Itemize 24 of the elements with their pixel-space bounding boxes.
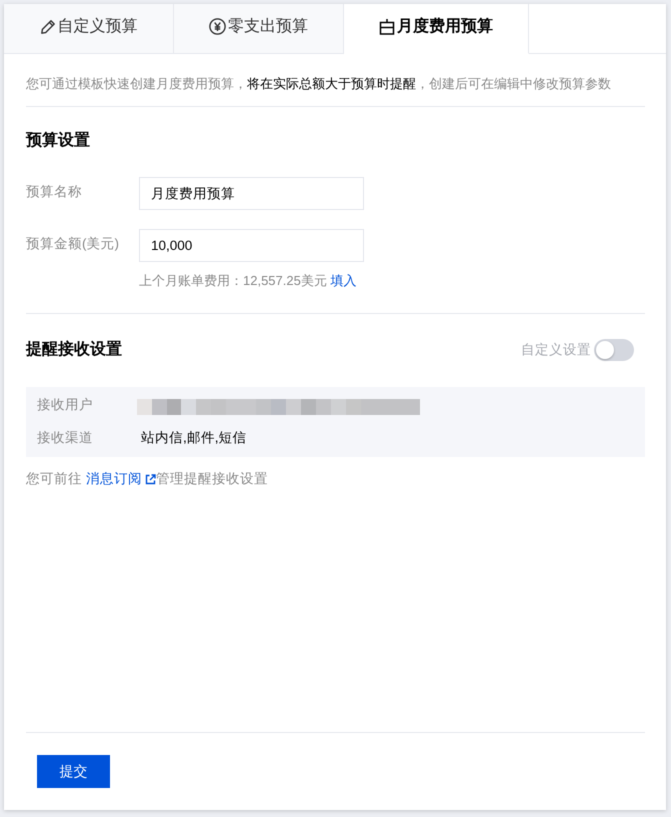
submit-button[interactable]: 提交 <box>37 755 110 788</box>
subscription-link[interactable]: 消息订阅 <box>86 469 156 489</box>
row-label: 接收用户 <box>37 396 94 414</box>
fill-in-link[interactable]: 填入 <box>330 272 356 290</box>
input-field[interactable]: 10,000 <box>139 229 364 262</box>
description-text: 您可通过模板快速创建月度费用预算，将在实际总额大于预算时提醒，创建后可在编辑中修改预算参数 <box>26 54 645 107</box>
yen-coin-icon <box>209 18 226 35</box>
tab[interactable]: 零支出预算 <box>174 4 344 54</box>
billing-hint: 上个月账单费用：12,557.25美元 填入 <box>139 272 358 290</box>
external-link-icon <box>144 474 156 484</box>
toggle-switch[interactable] <box>594 339 634 361</box>
input-field[interactable]: 月度费用预算 <box>139 177 364 210</box>
calendar-icon <box>379 18 395 35</box>
field-label: 预算金额(美元) <box>26 235 120 253</box>
row-label: 接收渠道 <box>37 429 94 447</box>
tab[interactable]: 自定义预算 <box>4 4 174 54</box>
field-label: 预算名称 <box>26 183 83 201</box>
channel-value: 站内信,邮件,短信 <box>140 429 247 447</box>
section-title: 提醒接收设置 <box>26 340 122 360</box>
toggle-label: 自定义设置 <box>521 341 591 359</box>
section-title: 预算设置 <box>26 131 91 151</box>
pencil-icon <box>40 18 56 34</box>
subscription-note: 您可前往 消息订阅 管理提醒接收设置 <box>26 469 645 489</box>
tab[interactable]: 月度费用预算 <box>344 4 529 54</box>
